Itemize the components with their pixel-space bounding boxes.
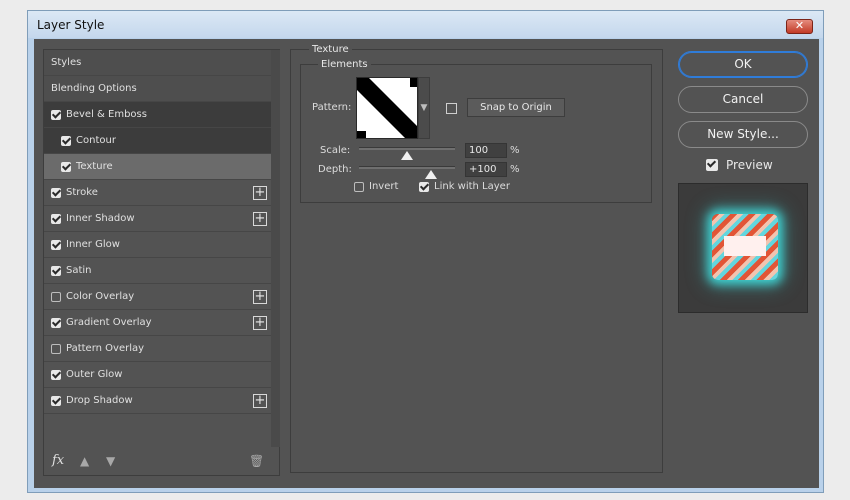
add-instance-icon[interactable]: + (253, 186, 267, 200)
style-item-bevel-emboss[interactable]: Bevel & Emboss (44, 102, 271, 128)
style-item-label: Bevel & Emboss (66, 109, 147, 120)
style-item-label: Texture (76, 161, 113, 172)
pattern-swatch[interactable] (356, 77, 418, 139)
window-title: Layer Style (37, 18, 105, 32)
layer-style-window: Layer Style ✕ Styles Blending Options Beve… (27, 10, 824, 493)
styles-bottom-bar: fx ▲ ▼ 🗑 (44, 450, 279, 475)
styles-list: Styles Blending Options Bevel & Emboss Cont… (44, 50, 271, 426)
ok-button[interactable]: OK (678, 51, 808, 78)
style-checkbox[interactable] (51, 395, 61, 406)
arrow-up-icon[interactable]: ▲ (80, 454, 89, 468)
title-bar[interactable]: Layer Style ✕ (28, 11, 823, 38)
style-checkbox[interactable] (51, 239, 61, 250)
style-item-label: Satin (66, 265, 92, 276)
style-preview (678, 183, 808, 313)
texture-settings-panel: Texture Elements Pattern: ▼ Snap to Orig… (290, 44, 663, 473)
style-checkbox[interactable] (51, 369, 61, 380)
style-checkbox[interactable] (51, 343, 61, 354)
style-checkbox[interactable] (51, 109, 61, 120)
new-style-button[interactable]: New Style... (678, 121, 808, 148)
style-item-label: Inner Glow (66, 239, 120, 250)
pattern-label: Pattern: (312, 102, 352, 113)
style-item-inner-glow[interactable]: Inner Glow (44, 232, 271, 258)
style-item-contour[interactable]: Contour (44, 128, 271, 154)
style-checkbox[interactable] (51, 265, 61, 276)
fx-icon[interactable]: fx (52, 453, 64, 468)
style-item-label: Blending Options (51, 83, 137, 94)
style-item-label: Gradient Overlay (66, 317, 152, 328)
style-item-label: Stroke (66, 187, 98, 198)
scale-input[interactable]: 100 (465, 143, 507, 158)
style-item-drop-shadow[interactable]: Drop Shadow + (44, 388, 271, 414)
style-item-texture[interactable]: Texture (44, 154, 271, 180)
diagonal-pattern-icon (357, 78, 417, 138)
style-item-label: Contour (76, 135, 116, 146)
style-item-satin[interactable]: Satin (44, 258, 271, 284)
add-instance-icon[interactable]: + (253, 212, 267, 226)
preview-thumbnail (712, 214, 778, 280)
style-item-blending-options[interactable]: Blending Options (44, 76, 271, 102)
depth-slider[interactable] (359, 166, 455, 169)
scale-label: Scale: (320, 145, 351, 156)
style-checkbox[interactable] (61, 161, 71, 172)
style-checkbox[interactable] (51, 291, 61, 302)
style-item-label: Inner Shadow (66, 213, 135, 224)
style-item-styles[interactable]: Styles (44, 50, 271, 76)
style-item-stroke[interactable]: Stroke + (44, 180, 271, 206)
preview-checkbox[interactable] (706, 159, 718, 171)
add-instance-icon[interactable]: + (253, 316, 267, 330)
pattern-picker-dropdown[interactable]: ▼ (418, 77, 430, 139)
new-preset-icon[interactable] (446, 103, 457, 114)
style-checkbox[interactable] (61, 135, 71, 146)
preview-option[interactable]: Preview (706, 158, 773, 172)
styles-panel: Styles Blending Options Bevel & Emboss Cont… (43, 49, 280, 476)
style-item-label: Drop Shadow (66, 395, 133, 406)
depth-input[interactable]: +100 (465, 162, 507, 177)
depth-label: Depth: (318, 164, 352, 175)
style-item-outer-glow[interactable]: Outer Glow (44, 362, 271, 388)
style-item-gradient-overlay[interactable]: Gradient Overlay + (44, 310, 271, 336)
style-checkbox[interactable] (51, 187, 61, 198)
style-item-color-overlay[interactable]: Color Overlay + (44, 284, 271, 310)
link-with-layer-option[interactable]: Link with Layer (419, 181, 510, 192)
group-title: Elements (318, 59, 371, 70)
depth-slider-thumb[interactable] (425, 170, 437, 179)
style-item-inner-shadow[interactable]: Inner Shadow + (44, 206, 271, 232)
elements-group: Elements Pattern: ▼ Snap to Origin Scale… (300, 59, 652, 203)
cancel-button[interactable]: Cancel (678, 86, 808, 113)
scale-slider-thumb[interactable] (401, 151, 413, 160)
add-instance-icon[interactable]: + (253, 394, 267, 408)
link-with-layer-label: Link with Layer (434, 181, 510, 192)
invert-option[interactable]: Invert (354, 181, 398, 192)
arrow-down-icon[interactable]: ▼ (106, 454, 115, 468)
style-item-label: Styles (51, 57, 82, 68)
style-item-label: Pattern Overlay (66, 343, 145, 354)
section-title: Texture (309, 44, 352, 55)
style-checkbox[interactable] (51, 213, 61, 224)
scale-unit: % (510, 145, 520, 156)
close-button[interactable]: ✕ (786, 19, 813, 34)
invert-checkbox[interactable] (354, 181, 364, 192)
style-checkbox[interactable] (51, 317, 61, 328)
dialog-body: Styles Blending Options Bevel & Emboss Cont… (34, 39, 819, 488)
scale-slider[interactable] (359, 147, 455, 150)
style-item-label: Outer Glow (66, 369, 123, 380)
preview-label: Preview (726, 158, 773, 172)
trash-icon[interactable]: 🗑 (249, 454, 264, 468)
snap-to-origin-button[interactable]: Snap to Origin (467, 98, 565, 117)
preview-thumbnail-center (724, 236, 766, 256)
link-with-layer-checkbox[interactable] (419, 181, 429, 192)
styles-scrollbar[interactable] (271, 50, 280, 447)
style-item-pattern-overlay[interactable]: Pattern Overlay (44, 336, 271, 362)
style-item-label: Color Overlay (66, 291, 135, 302)
invert-label: Invert (369, 181, 399, 192)
depth-unit: % (510, 164, 520, 175)
add-instance-icon[interactable]: + (253, 290, 267, 304)
